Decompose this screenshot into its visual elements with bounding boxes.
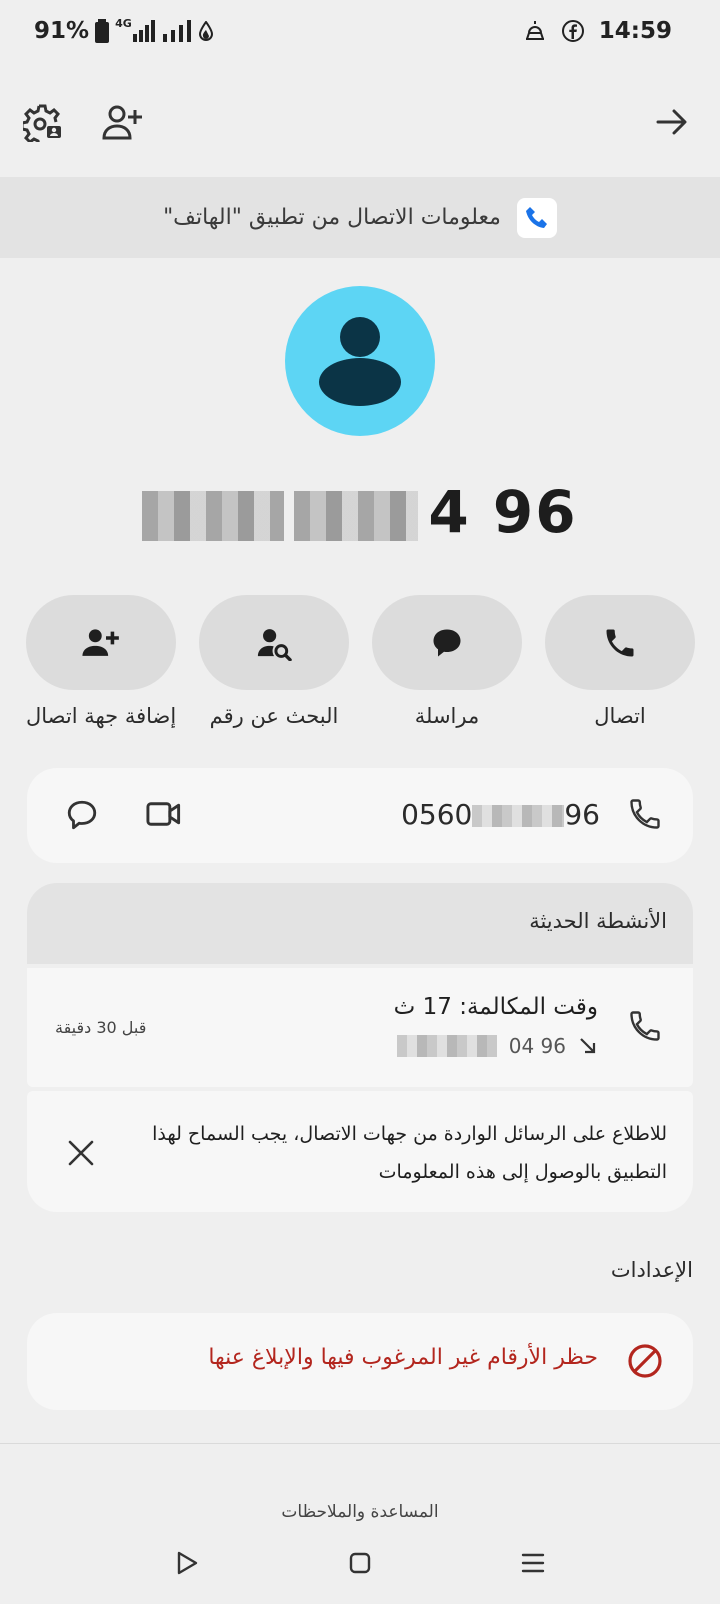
avatar [285, 286, 435, 436]
person-add-filled-icon [82, 628, 119, 656]
network-type: 4G [115, 17, 132, 30]
signal-4g-icon: 4G [115, 17, 157, 42]
incoming-call-arrow-icon [578, 1036, 598, 1056]
status-left: 91% 4G [34, 17, 213, 44]
phone-icon [606, 629, 634, 656]
phone-number-text: 0560 96 [401, 798, 600, 831]
settings-contact-icon [23, 102, 63, 142]
redacted-digits [142, 490, 285, 541]
nav-home-button[interactable] [336, 1539, 384, 1587]
redacted-digits [396, 1035, 497, 1057]
status-bar: 91% 4G 14:59 [0, 0, 720, 66]
divider [0, 1443, 720, 1444]
phone-app-icon [516, 197, 557, 238]
notice-line-2: التطبيق بالوصول إلى هذه المعلومات [378, 1161, 667, 1183]
message-action-button[interactable] [372, 595, 522, 690]
call-time-ago: قبل 30 دقيقة [55, 1018, 147, 1037]
add-contact-action-button[interactable] [26, 595, 176, 690]
banner-text: معلومات الاتصال من تطبيق "الهاتف" [163, 205, 501, 230]
recent-call-item[interactable]: وقت المكالمة: 17 ث 04 96 قبل 30 دقيقة [27, 968, 693, 1087]
data-saver-icon [198, 21, 213, 41]
block-icon [627, 1343, 663, 1379]
call-duration: وقت المكالمة: 17 ث [393, 994, 598, 1020]
phone-number-card[interactable]: 0560 96 [27, 768, 693, 863]
facebook-icon [561, 19, 585, 43]
settings-section-title: الإعدادات [610, 1258, 693, 1282]
contact-number: 4 96 [0, 478, 720, 546]
signal-icon [162, 20, 193, 42]
notice-line-1: للاطلاع على الرسائل الواردة من جهات الات… [152, 1123, 667, 1145]
person-add-icon [101, 102, 143, 142]
search-number-action[interactable]: البحث عن رقم [199, 595, 349, 728]
call-action-button[interactable] [545, 595, 695, 690]
menu-recents-icon [521, 1553, 545, 1573]
call-action[interactable]: اتصال [545, 595, 695, 728]
message-icon [433, 629, 461, 656]
add-contact-action[interactable]: إضافة جهة اتصال [26, 595, 176, 728]
nav-recents-button[interactable] [509, 1539, 557, 1587]
mosque-icon [523, 19, 547, 43]
video-call-icon[interactable] [145, 796, 183, 832]
back-button[interactable] [644, 94, 700, 150]
add-contact-toolbar-button[interactable] [94, 94, 150, 150]
call-number-row: 04 96 [396, 1034, 598, 1058]
person-search-icon [257, 628, 292, 661]
phone-icon [627, 796, 663, 832]
search-number-action-label: البحث عن رقم [209, 704, 339, 728]
permission-notice-text: للاطلاع على الرسائل الواردة من جهات الات… [127, 1115, 667, 1191]
number-visible-tail: 4 96 [428, 478, 578, 546]
message-action-label: مراسلة [414, 704, 480, 728]
nav-back-button[interactable] [163, 1539, 211, 1587]
redacted-digits [472, 805, 565, 827]
search-number-action-button[interactable] [199, 595, 349, 690]
help-feedback-label: المساعدة والملاحظات [281, 1502, 439, 1522]
block-report-button[interactable]: حظر الأرقام غير المرغوب فيها والإبلاغ عن… [27, 1313, 693, 1410]
add-contact-action-label: إضافة جهة اتصال [26, 704, 177, 728]
battery-icon [95, 19, 110, 43]
phone-icon [627, 1008, 663, 1044]
square-home-icon [349, 1552, 371, 1574]
help-feedback-link[interactable]: المساعدة والملاحظات [0, 1502, 720, 1522]
phone-app-info-banner[interactable]: معلومات الاتصال من تطبيق "الهاتف" [0, 177, 720, 258]
phone-prefix: 0560 [401, 798, 473, 831]
phone-suffix: 96 [564, 798, 600, 831]
block-report-label: حظر الأرقام غير المرغوب فيها والإبلاغ عن… [208, 1345, 598, 1370]
contact-settings-button[interactable] [15, 94, 71, 150]
permission-notice-card: للاطلاع على الرسائل الواردة من جهات الات… [27, 1091, 693, 1212]
clock-time: 14:59 [598, 18, 672, 44]
triangle-back-icon [177, 1551, 198, 1575]
message-action[interactable]: مراسلة [372, 595, 522, 728]
call-action-label: اتصال [594, 704, 646, 728]
status-right: 14:59 [523, 18, 672, 44]
recent-activity-header: الأنشطة الحديثة [27, 883, 693, 964]
redacted-digits [294, 490, 419, 541]
recent-activity-title: الأنشطة الحديثة [529, 909, 667, 933]
call-number-tail: 04 96 [508, 1034, 566, 1058]
message-outline-icon[interactable] [65, 798, 99, 832]
arrow-forward-icon [654, 104, 690, 140]
person-icon [319, 317, 401, 406]
battery-percent: 91% [34, 18, 90, 44]
close-icon[interactable] [67, 1139, 95, 1167]
